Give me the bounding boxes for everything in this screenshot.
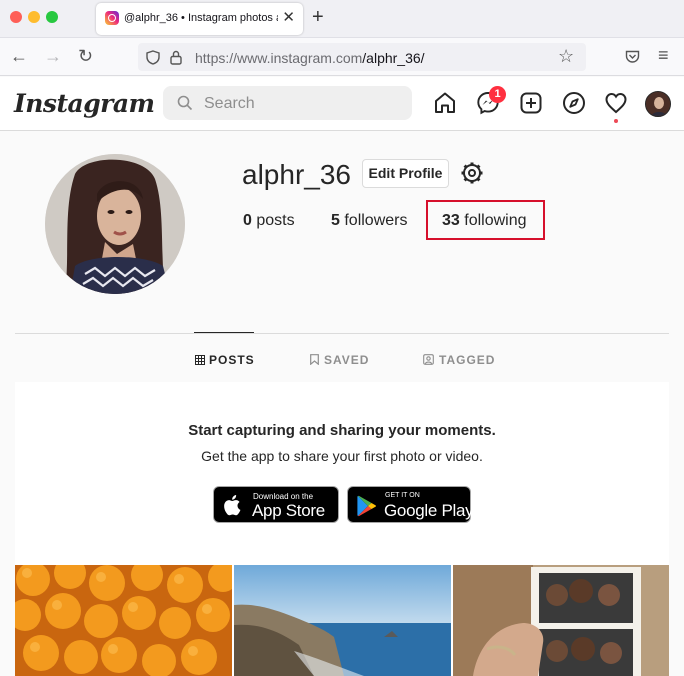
active-tab-indicator (194, 332, 254, 333)
instagram-header: Instagram Search 1 (0, 77, 684, 131)
app-store-button[interactable]: Download on the App Store (213, 486, 339, 523)
settings-gear-icon[interactable] (460, 161, 484, 185)
sample-photo-photobooth (453, 565, 669, 676)
tab-saved-label: SAVED (324, 353, 370, 367)
shield-icon[interactable] (146, 50, 160, 65)
messages-count-badge: 1 (489, 86, 506, 103)
forward-icon[interactable]: → (44, 46, 62, 66)
tagged-user-icon (423, 354, 434, 365)
posts-count-number: 0 (243, 212, 252, 229)
instagram-logo[interactable]: Instagram (14, 89, 155, 118)
following-highlight-box (426, 200, 545, 240)
profile-avatar-small[interactable] (645, 91, 671, 117)
reload-icon[interactable]: ↻ (78, 46, 93, 66)
tab-title: @alphr_36 • Instagram photos and videos (124, 12, 278, 24)
app-store-big-text: App Store (252, 501, 325, 520)
search-input[interactable]: Search (163, 86, 412, 120)
new-tab-icon[interactable]: + (312, 6, 324, 29)
apple-icon (224, 495, 241, 516)
edit-profile-button[interactable]: Edit Profile (362, 159, 449, 188)
google-play-big-text: Google Play (384, 501, 474, 520)
grid-icon (195, 355, 205, 365)
new-post-icon[interactable] (519, 91, 543, 115)
sample-photo-coast (234, 565, 451, 676)
maximize-window-icon[interactable] (46, 11, 58, 23)
tab-tagged-label: TAGGED (439, 353, 496, 367)
browser-tab[interactable]: @alphr_36 • Instagram photos and videos … (96, 3, 303, 35)
menu-icon[interactable]: ≡ (658, 45, 669, 65)
search-placeholder: Search (204, 95, 255, 112)
browser-toolbar: ← → ↻ https://www.instagram.com/alphr_36… (0, 38, 684, 76)
google-play-small-text: GET IT ON (385, 492, 420, 499)
heart-icon[interactable] (604, 91, 628, 115)
notification-dot (614, 119, 618, 123)
url-domain: https://www.instagram.com (195, 50, 363, 66)
url-text: https://www.instagram.com/alphr_36/ (195, 50, 425, 66)
tab-posts-label: POSTS (209, 353, 255, 367)
search-icon (177, 95, 193, 111)
followers-link[interactable]: 5 followers (331, 212, 407, 230)
url-path: /alphr_36/ (362, 50, 425, 66)
bookmark-icon (310, 354, 319, 366)
app-store-small-text: Download on the (253, 492, 314, 501)
sample-photo-oranges (15, 565, 232, 676)
pocket-icon[interactable] (625, 49, 640, 64)
followers-count-number: 5 (331, 212, 340, 229)
followers-count-label: followers (339, 212, 408, 229)
profile-avatar[interactable] (45, 154, 185, 294)
empty-state-title: Start capturing and sharing your moments… (188, 422, 496, 439)
close-tab-icon[interactable]: ✕ (282, 10, 295, 26)
posts-count: 0 posts (243, 212, 295, 230)
tab-tagged[interactable]: TAGGED (423, 353, 495, 367)
profile-divider (15, 333, 669, 334)
posts-count-label: posts (251, 212, 295, 229)
url-bar[interactable]: https://www.instagram.com/alphr_36/ ☆ (138, 43, 586, 71)
explore-icon[interactable] (562, 91, 586, 115)
empty-state-subtitle: Get the app to share your first photo or… (201, 448, 483, 464)
google-play-icon (357, 495, 376, 517)
tab-saved[interactable]: SAVED (310, 353, 369, 367)
minimize-window-icon[interactable] (28, 11, 40, 23)
bookmark-star-icon[interactable]: ☆ (558, 46, 574, 67)
close-window-icon[interactable] (10, 11, 22, 23)
back-icon[interactable]: ← (10, 46, 28, 66)
home-icon[interactable] (433, 91, 457, 115)
lock-icon[interactable] (170, 50, 182, 65)
tab-posts[interactable]: POSTS (195, 353, 255, 367)
browser-tab-strip: @alphr_36 • Instagram photos and videos … (0, 0, 684, 38)
instagram-favicon-icon (105, 11, 119, 25)
google-play-button[interactable]: GET IT ON Google Play (347, 486, 474, 523)
profile-username: alphr_36 (242, 159, 351, 190)
